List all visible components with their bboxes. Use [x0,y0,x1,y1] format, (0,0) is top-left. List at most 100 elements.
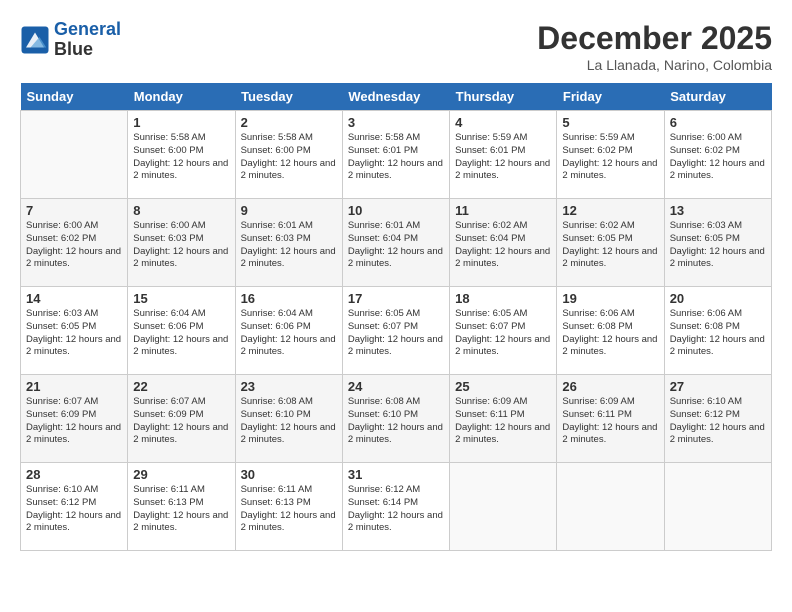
day-info: Sunrise: 5:59 AM Sunset: 6:02 PM Dayligh… [562,132,658,183]
calendar-cell: 22 Sunrise: 6:07 AM Sunset: 6:09 PM Dayli… [128,375,235,463]
calendar-cell: 28 Sunrise: 6:10 AM Sunset: 6:12 PM Dayli… [21,463,128,551]
day-number: 13 [670,203,766,218]
logo-text: General Blue [54,20,121,60]
calendar-cell: 3 Sunrise: 5:58 AM Sunset: 6:01 PM Daylig… [342,111,449,199]
day-number: 7 [26,203,122,218]
day-number: 14 [26,291,122,306]
day-info: Sunrise: 6:11 AM Sunset: 6:13 PM Dayligh… [133,484,229,535]
day-info: Sunrise: 5:58 AM Sunset: 6:00 PM Dayligh… [133,132,229,183]
day-info: Sunrise: 6:04 AM Sunset: 6:06 PM Dayligh… [241,308,337,359]
day-info: Sunrise: 6:01 AM Sunset: 6:04 PM Dayligh… [348,220,444,271]
calendar-cell: 18Sunrise: 6:05 AM Sunset: 6:07 PM Dayli… [450,287,557,375]
calendar-week-3: 21 Sunrise: 6:07 AM Sunset: 6:09 PM Dayli… [21,375,772,463]
weekday-header-row: SundayMondayTuesdayWednesdayThursdayFrid… [21,83,772,111]
calendar-cell: 25Sunrise: 6:09 AM Sunset: 6:11 PM Dayli… [450,375,557,463]
calendar-cell: 10 Sunrise: 6:01 AM Sunset: 6:04 PM Dayli… [342,199,449,287]
day-info: Sunrise: 6:00 AM Sunset: 6:03 PM Dayligh… [133,220,229,271]
day-info: Sunrise: 6:03 AM Sunset: 6:05 PM Dayligh… [670,220,766,271]
weekday-tuesday: Tuesday [235,83,342,111]
day-number: 4 [455,115,551,130]
day-info: Sunrise: 6:06 AM Sunset: 6:08 PM Dayligh… [670,308,766,359]
calendar-cell: 4 Sunrise: 5:59 AM Sunset: 6:01 PM Daylig… [450,111,557,199]
day-info: Sunrise: 6:04 AM Sunset: 6:06 PM Dayligh… [133,308,229,359]
calendar-week-2: 14Sunrise: 6:03 AM Sunset: 6:05 PM Dayli… [21,287,772,375]
day-info: Sunrise: 6:02 AM Sunset: 6:04 PM Dayligh… [455,220,551,271]
calendar-cell: 15 Sunrise: 6:04 AM Sunset: 6:06 PM Dayli… [128,287,235,375]
day-number: 1 [133,115,229,130]
calendar-cell: 24Sunrise: 6:08 AM Sunset: 6:10 PM Dayli… [342,375,449,463]
day-info: Sunrise: 5:59 AM Sunset: 6:01 PM Dayligh… [455,132,551,183]
day-number: 28 [26,467,122,482]
calendar-cell: 26Sunrise: 6:09 AM Sunset: 6:11 PM Dayli… [557,375,664,463]
calendar-header: SundayMondayTuesdayWednesdayThursdayFrid… [21,83,772,111]
day-number: 20 [670,291,766,306]
calendar-cell: 30 Sunrise: 6:11 AM Sunset: 6:13 PM Dayli… [235,463,342,551]
day-number: 15 [133,291,229,306]
location: La Llanada, Narino, Colombia [537,57,772,73]
day-info: Sunrise: 6:07 AM Sunset: 6:09 PM Dayligh… [26,396,122,447]
day-number: 3 [348,115,444,130]
day-number: 19 [562,291,658,306]
day-number: 30 [241,467,337,482]
calendar-cell [664,463,771,551]
weekday-monday: Monday [128,83,235,111]
calendar-cell: 19 Sunrise: 6:06 AM Sunset: 6:08 PM Dayli… [557,287,664,375]
calendar-cell: 5Sunrise: 5:59 AM Sunset: 6:02 PM Daylig… [557,111,664,199]
calendar-cell: 11Sunrise: 6:02 AM Sunset: 6:04 PM Dayli… [450,199,557,287]
calendar-week-0: 1 Sunrise: 5:58 AM Sunset: 6:00 PM Daylig… [21,111,772,199]
calendar-cell: 20 Sunrise: 6:06 AM Sunset: 6:08 PM Dayli… [664,287,771,375]
weekday-sunday: Sunday [21,83,128,111]
day-number: 8 [133,203,229,218]
day-number: 6 [670,115,766,130]
day-info: Sunrise: 6:11 AM Sunset: 6:13 PM Dayligh… [241,484,337,535]
day-number: 9 [241,203,337,218]
page-header: General Blue December 2025 La Llanada, N… [20,20,772,73]
day-info: Sunrise: 6:09 AM Sunset: 6:11 PM Dayligh… [562,396,658,447]
calendar-cell: 17Sunrise: 6:05 AM Sunset: 6:07 PM Dayli… [342,287,449,375]
day-info: Sunrise: 6:07 AM Sunset: 6:09 PM Dayligh… [133,396,229,447]
day-number: 21 [26,379,122,394]
day-number: 22 [133,379,229,394]
calendar-cell: 12Sunrise: 6:02 AM Sunset: 6:05 PM Dayli… [557,199,664,287]
day-number: 10 [348,203,444,218]
month-title: December 2025 [537,20,772,57]
day-number: 29 [133,467,229,482]
calendar-cell: 9Sunrise: 6:01 AM Sunset: 6:03 PM Daylig… [235,199,342,287]
day-info: Sunrise: 5:58 AM Sunset: 6:01 PM Dayligh… [348,132,444,183]
logo-icon [20,25,50,55]
day-number: 18 [455,291,551,306]
calendar-cell [557,463,664,551]
day-info: Sunrise: 6:00 AM Sunset: 6:02 PM Dayligh… [670,132,766,183]
calendar-week-4: 28 Sunrise: 6:10 AM Sunset: 6:12 PM Dayli… [21,463,772,551]
weekday-friday: Friday [557,83,664,111]
logo: General Blue [20,20,121,60]
day-number: 25 [455,379,551,394]
calendar-cell: 14Sunrise: 6:03 AM Sunset: 6:05 PM Dayli… [21,287,128,375]
day-number: 2 [241,115,337,130]
calendar-cell: 23Sunrise: 6:08 AM Sunset: 6:10 PM Dayli… [235,375,342,463]
calendar-cell: 16Sunrise: 6:04 AM Sunset: 6:06 PM Dayli… [235,287,342,375]
calendar-cell [450,463,557,551]
calendar-cell: 31Sunrise: 6:12 AM Sunset: 6:14 PM Dayli… [342,463,449,551]
calendar-table: SundayMondayTuesdayWednesdayThursdayFrid… [20,83,772,551]
calendar-cell [21,111,128,199]
day-info: Sunrise: 6:10 AM Sunset: 6:12 PM Dayligh… [26,484,122,535]
weekday-saturday: Saturday [664,83,771,111]
day-info: Sunrise: 6:00 AM Sunset: 6:02 PM Dayligh… [26,220,122,271]
day-info: Sunrise: 5:58 AM Sunset: 6:00 PM Dayligh… [241,132,337,183]
day-number: 24 [348,379,444,394]
calendar-cell: 29 Sunrise: 6:11 AM Sunset: 6:13 PM Dayli… [128,463,235,551]
day-number: 17 [348,291,444,306]
day-info: Sunrise: 6:02 AM Sunset: 6:05 PM Dayligh… [562,220,658,271]
calendar-cell: 1 Sunrise: 5:58 AM Sunset: 6:00 PM Daylig… [128,111,235,199]
calendar-cell: 13 Sunrise: 6:03 AM Sunset: 6:05 PM Dayli… [664,199,771,287]
calendar-cell: 27Sunrise: 6:10 AM Sunset: 6:12 PM Dayli… [664,375,771,463]
weekday-wednesday: Wednesday [342,83,449,111]
day-number: 31 [348,467,444,482]
calendar-cell: 2 Sunrise: 5:58 AM Sunset: 6:00 PM Daylig… [235,111,342,199]
calendar-cell: 21 Sunrise: 6:07 AM Sunset: 6:09 PM Dayli… [21,375,128,463]
calendar-body: 1 Sunrise: 5:58 AM Sunset: 6:00 PM Daylig… [21,111,772,551]
day-number: 27 [670,379,766,394]
day-info: Sunrise: 6:08 AM Sunset: 6:10 PM Dayligh… [241,396,337,447]
day-info: Sunrise: 6:06 AM Sunset: 6:08 PM Dayligh… [562,308,658,359]
